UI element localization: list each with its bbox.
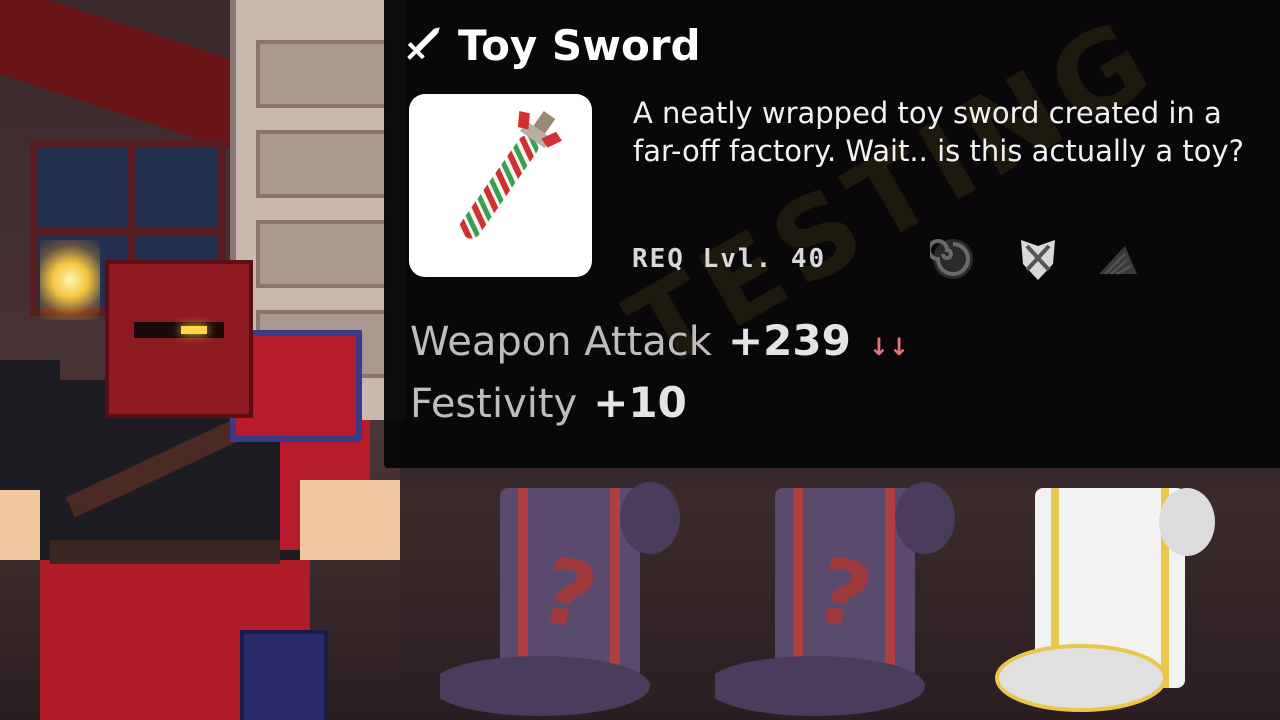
stat-value: +239 bbox=[727, 316, 851, 365]
red-roof bbox=[0, 0, 260, 159]
stat-value: +10 bbox=[593, 378, 687, 427]
mystery-scroll[interactable]: ? bbox=[430, 478, 690, 720]
glowing-eye bbox=[181, 326, 207, 334]
stat-weapon-attack: Weapon Attack +239 ↓↓ bbox=[410, 316, 909, 365]
sword-icon bbox=[407, 27, 440, 60]
player-avatar-knight bbox=[0, 250, 400, 720]
scroll-icon: ? bbox=[705, 482, 955, 716]
stat-down-indicator: ↓↓ bbox=[868, 333, 910, 361]
stat-festivity: Festivity +10 bbox=[410, 378, 687, 427]
tower-window bbox=[256, 130, 394, 198]
knight-boot bbox=[240, 630, 328, 720]
scroll-icon bbox=[995, 488, 1215, 712]
knight-hand-right bbox=[300, 480, 400, 560]
level-requirement: REQ Lvl. 40 bbox=[632, 244, 827, 274]
crest-shield-icon bbox=[1021, 240, 1055, 280]
mystery-scroll[interactable]: ? bbox=[705, 478, 965, 720]
item-image bbox=[409, 94, 592, 277]
white-gold-scroll[interactable] bbox=[995, 478, 1225, 720]
knight-helmet bbox=[105, 260, 253, 418]
stat-label: Weapon Attack bbox=[410, 319, 712, 365]
scroll-icon: ? bbox=[430, 482, 680, 716]
knight-belt bbox=[50, 540, 280, 564]
swirl-icon bbox=[930, 239, 973, 279]
helmet-visor bbox=[134, 322, 224, 338]
item-name: Toy Sword bbox=[458, 20, 701, 70]
candy-cane-sword-icon bbox=[459, 110, 562, 239]
fin-icon bbox=[1099, 246, 1137, 275]
item-description: A neatly wrapped toy sword created in a … bbox=[633, 96, 1244, 168]
stat-label: Festivity bbox=[410, 381, 578, 427]
tooltip-header: Toy Sword bbox=[400, 20, 701, 70]
tower-window bbox=[256, 40, 394, 108]
